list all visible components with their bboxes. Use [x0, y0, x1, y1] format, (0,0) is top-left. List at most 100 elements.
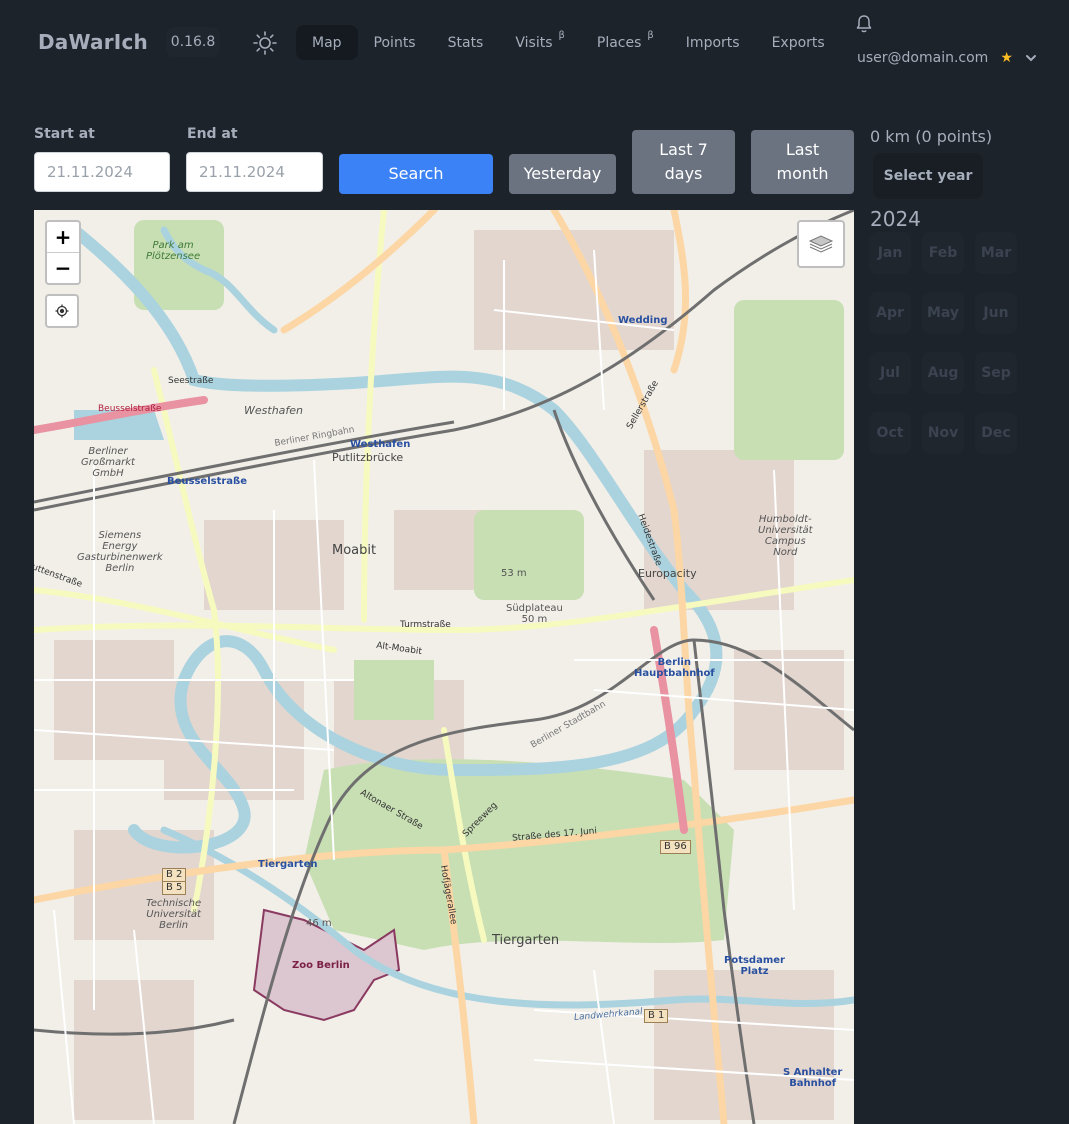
anhalter-line2: Bahnhof — [789, 1078, 837, 1089]
select-year-button[interactable]: Select year — [873, 153, 983, 199]
tu-line2: Universität — [146, 909, 201, 920]
zoom-out-button[interactable]: − — [47, 253, 79, 283]
route-shield-b2: B 2 — [162, 868, 187, 882]
map-label-tiergarten-station: Tiergarten — [258, 859, 318, 870]
map-label-sudplateau: Südplateau 50 m — [506, 603, 563, 625]
month-nov[interactable]: Nov — [922, 412, 964, 454]
map-view[interactable]: Moabit Tiergarten Putlitzbrücke Europaci… — [34, 210, 854, 1124]
nav-visits[interactable]: Visits β — [499, 25, 581, 60]
nav-visits-label: Visits — [515, 34, 553, 51]
layers-button[interactable] — [797, 220, 845, 268]
map-label-humboldt: Humboldt- Universität Campus Nord — [758, 514, 813, 558]
month-aug[interactable]: Aug — [922, 352, 964, 394]
sudplateau-line2: 50 m — [521, 614, 548, 625]
map-label-potsdamer-platz: Potsdamer Platz — [724, 955, 785, 977]
month-may[interactable]: May — [922, 292, 964, 334]
end-at-label: End at — [187, 126, 238, 142]
nav-imports-label: Imports — [685, 34, 740, 51]
last-7-days-line2: days — [664, 164, 703, 183]
siemens-line4: Berlin — [105, 563, 135, 574]
month-sep[interactable]: Sep — [975, 352, 1017, 394]
grossmarkt-line1: Berliner — [88, 446, 128, 457]
map-label-moabit: Moabit — [332, 543, 377, 558]
locate-icon — [55, 304, 69, 318]
beta-badge: β — [558, 30, 565, 41]
nav-map-label: Map — [312, 34, 342, 51]
version-badge: 0.16.8 — [166, 27, 220, 57]
month-mar[interactable]: Mar — [975, 232, 1017, 274]
year-heading: 2024 — [870, 207, 921, 231]
humboldt-line2: Universität — [758, 525, 813, 536]
map-label-zoo: Zoo Berlin — [292, 960, 350, 971]
last-7-days-button[interactable]: Last 7 days — [632, 130, 735, 194]
nav-exports[interactable]: Exports — [756, 25, 841, 60]
distance-summary: 0 km (0 points) — [870, 127, 993, 146]
nav-places[interactable]: Places β — [581, 25, 670, 60]
nav-map[interactable]: Map — [296, 25, 358, 60]
bell-icon[interactable] — [855, 14, 873, 34]
last-month-line2: month — [776, 164, 829, 183]
user-email: user@domain.com — [857, 50, 989, 66]
park-line2: Plötzensee — [146, 251, 201, 262]
month-jun[interactable]: Jun — [975, 292, 1017, 334]
month-dec[interactable]: Dec — [975, 412, 1017, 454]
map-label-westhafen-station: Westhafen — [350, 439, 411, 450]
month-apr[interactable]: Apr — [869, 292, 911, 334]
map-label-grossmarkt: Berliner Großmarkt GmbH — [81, 446, 135, 479]
humboldt-line1: Humboldt- — [758, 514, 812, 525]
chevron-down-icon[interactable] — [1025, 52, 1037, 64]
map-label-tiergarten: Tiergarten — [492, 933, 560, 948]
map-label-putlitzbrucke: Putlitzbrücke — [332, 451, 404, 464]
locate-button[interactable] — [45, 294, 79, 328]
siemens-line3: Gasturbinenwerk — [77, 552, 163, 563]
last-month-button[interactable]: Last month — [751, 130, 854, 194]
beta-badge: β — [647, 30, 654, 41]
route-shield-b96: B 96 — [660, 840, 691, 854]
month-grid: Jan Feb Mar Apr May Jun Jul Aug Sep Oct … — [869, 232, 1017, 454]
map-label-beusselstrasse-station: Beusselstraße — [167, 476, 248, 487]
nav-points[interactable]: Points — [358, 25, 432, 60]
app-logo[interactable]: DaWarIch — [38, 30, 148, 54]
sun-icon[interactable] — [252, 30, 278, 56]
potsdamer-line2: Platz — [740, 966, 769, 977]
tu-line3: Berlin — [159, 920, 189, 931]
month-oct[interactable]: Oct — [869, 412, 911, 454]
map-label-siemens: Siemens Energy Gasturbinenwerk Berlin — [77, 530, 163, 574]
hbf-line1: Berlin — [657, 657, 691, 668]
siemens-line1: Siemens — [98, 530, 142, 541]
main-nav: Map Points Stats Visits β Places β Imports… — [296, 25, 841, 60]
map-label-anhalter-bahnhof: S Anhalter Bahnhof — [783, 1067, 842, 1089]
start-at-label: Start at — [34, 126, 95, 142]
nav-stats[interactable]: Stats — [432, 25, 500, 60]
start-date-input[interactable] — [34, 152, 170, 192]
tu-line1: Technische — [146, 898, 202, 909]
map-label-elevation-53: 53 m — [501, 568, 527, 579]
nav-stats-label: Stats — [447, 34, 484, 51]
end-date-input[interactable] — [186, 152, 323, 192]
map-label-tu-berlin: Technische Universität Berlin — [146, 898, 201, 931]
grossmarkt-line3: GmbH — [92, 468, 124, 479]
map-label-westhafen-area: Westhafen — [244, 404, 304, 417]
map-label-europacity: Europacity — [638, 567, 697, 580]
last-month-line1: Last — [785, 140, 820, 159]
map-label-turmstrasse: Turmstraße — [400, 620, 451, 630]
nav-points-label: Points — [373, 34, 416, 51]
layers-icon — [808, 235, 834, 253]
star-icon: ★ — [1000, 50, 1013, 66]
siemens-line2: Energy — [102, 541, 138, 552]
humboldt-line4: Nord — [773, 547, 798, 558]
yesterday-button[interactable]: Yesterday — [509, 154, 616, 194]
anhalter-line1: S Anhalter — [783, 1067, 843, 1078]
humboldt-line3: Campus — [764, 536, 806, 547]
nav-imports[interactable]: Imports — [670, 25, 756, 60]
user-menu[interactable]: user@domain.com ★ — [857, 50, 1037, 66]
month-jul[interactable]: Jul — [869, 352, 911, 394]
nav-places-label: Places — [596, 34, 642, 51]
map-label-elevation-46: 46 m — [306, 918, 332, 929]
search-button[interactable]: Search — [339, 154, 493, 194]
zoom-in-button[interactable]: + — [47, 222, 79, 253]
month-feb[interactable]: Feb — [922, 232, 964, 274]
map-tiles[interactable] — [34, 210, 854, 1124]
month-jan[interactable]: Jan — [869, 232, 911, 274]
map-label-berlin-hbf: Berlin Hauptbahnhof — [634, 657, 715, 679]
